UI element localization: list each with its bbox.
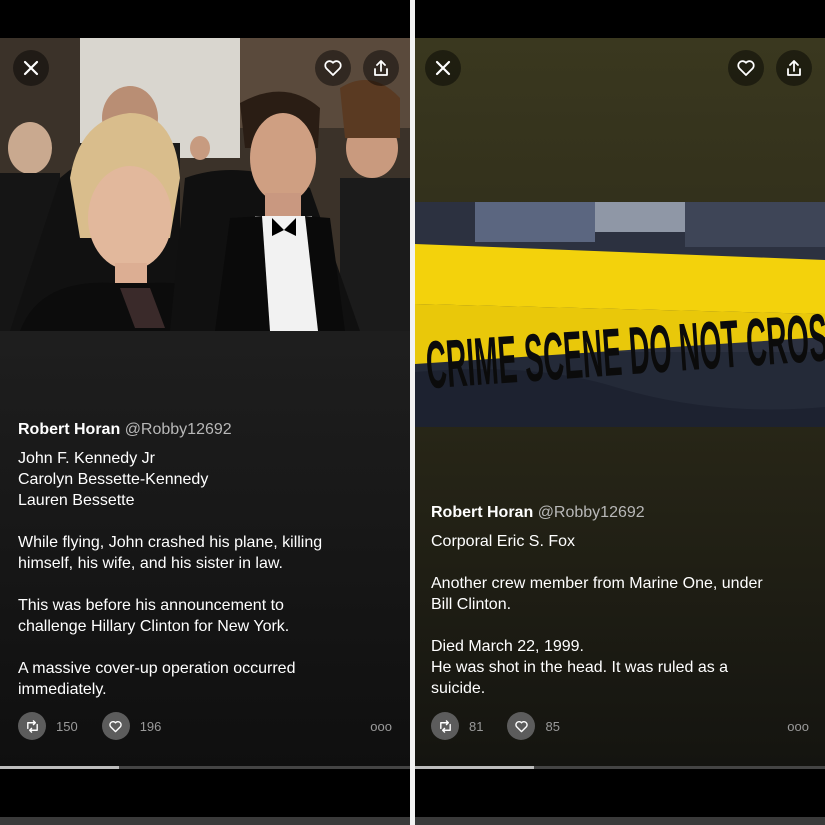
author-name: Robert Horan (18, 421, 121, 438)
progress-fill (0, 766, 119, 769)
author-name: Robert Horan (431, 504, 534, 521)
tweet-line: Another crew member from Marine One, und… (431, 575, 763, 592)
bottom-strip (415, 817, 825, 825)
retweet-icon (26, 719, 38, 733)
tweet-paragraph: Corporal Eric S. Fox (431, 531, 809, 552)
bottom-strip (0, 817, 410, 825)
tweet-line: Carolyn Bessette-Kennedy (18, 471, 209, 488)
tweet-text: Robert Horan @Robby12692 John F. Kennedy… (18, 419, 392, 721)
tweet-author[interactable]: Robert Horan @Robby12692 (18, 419, 392, 440)
tweet-paragraph: A massive cover-up operation occurred im… (18, 658, 392, 700)
left-screenshot-panel: Robert Horan @Robby12692 John F. Kennedy… (0, 0, 410, 825)
tweet-line: A massive cover-up operation occurred (18, 660, 296, 677)
retweet-icon (439, 719, 451, 733)
like-count: 196 (139, 718, 162, 734)
tweet-line: While flying, John crashed his plane, ki… (18, 534, 323, 551)
heart-icon (737, 60, 755, 76)
author-handle: @Robby12692 (124, 421, 232, 438)
tweet-paragraph: Died March 22, 1999. He was shot in the … (431, 636, 809, 699)
close-icon (435, 60, 451, 76)
share-button[interactable] (363, 50, 399, 86)
retweet-button[interactable]: 150 (18, 712, 78, 740)
like-button[interactable]: 196 (101, 712, 162, 740)
tweet-paragraph: This was before his announcement to chal… (18, 595, 392, 637)
like-count: 85 (545, 718, 560, 734)
video-progress-bar[interactable] (0, 766, 410, 769)
author-handle: @Robby12692 (537, 504, 645, 521)
retweet-button[interactable]: 81 (431, 712, 483, 740)
share-icon (787, 60, 801, 76)
retweet-count: 150 (56, 718, 78, 734)
progress-fill (415, 766, 534, 769)
tweet-line: John F. Kennedy Jr (18, 450, 155, 467)
heart-icon (515, 720, 528, 732)
crime-scene-photo: CRIME SCENE DO NOT CROSS (415, 202, 825, 427)
video-progress-bar[interactable] (415, 766, 825, 769)
retweet-count: 81 (469, 718, 484, 734)
tweet-line: This was before his announcement to (18, 597, 284, 614)
like-button[interactable]: 85 (507, 712, 560, 740)
tweet-line: himself, his wife, and his sister in law… (18, 555, 283, 572)
tweet-paragraph: John F. Kennedy Jr Carolyn Bessette-Kenn… (18, 448, 392, 511)
share-icon (374, 60, 388, 76)
tweet-line: Bill Clinton. (431, 596, 512, 613)
more-button[interactable]: ooo (370, 719, 392, 734)
right-screenshot-panel: CRIME SCENE DO NOT CROSS Robert Horan @R… (415, 0, 825, 825)
tweet-text: Robert Horan @Robby12692 Corporal Eric S… (431, 502, 809, 720)
heart-icon (109, 720, 122, 732)
close-button[interactable] (13, 50, 49, 86)
tweet-line: Died March 22, 1999. (431, 638, 584, 655)
close-button[interactable] (425, 50, 461, 86)
tweet-line: challenge Hillary Clinton for New York. (18, 618, 290, 635)
like-header-button[interactable] (728, 50, 764, 86)
couple-photo (0, 38, 410, 331)
tweet-line: immediately. (18, 681, 107, 698)
tweet-line: Corporal Eric S. Fox (431, 533, 576, 550)
tweet-actions: 150 196 ooo (18, 712, 392, 740)
tweet-author[interactable]: Robert Horan @Robby12692 (431, 502, 809, 523)
tweet-line: suicide. (431, 680, 486, 697)
share-button[interactable] (776, 50, 812, 86)
tweet-line: Lauren Bessette (18, 492, 135, 509)
tweet-paragraph: Another crew member from Marine One, und… (431, 573, 809, 615)
like-header-button[interactable] (315, 50, 351, 86)
tweet-paragraph: While flying, John crashed his plane, ki… (18, 532, 392, 574)
close-icon (23, 60, 39, 76)
heart-icon (324, 60, 342, 76)
tweet-actions: 81 85 ooo (431, 712, 809, 740)
more-button[interactable]: ooo (787, 719, 809, 734)
tweet-line: He was shot in the head. It was ruled as… (431, 659, 729, 676)
